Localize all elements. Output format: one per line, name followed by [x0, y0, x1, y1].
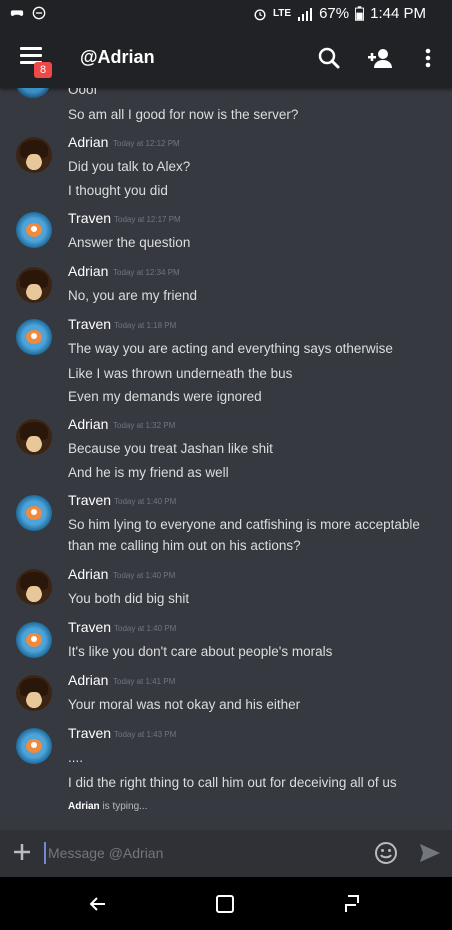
message-line: Because you treat Jashan like shit: [68, 441, 273, 456]
message-author[interactable]: Traven: [68, 619, 111, 635]
recents-icon[interactable]: [340, 892, 364, 916]
message-author[interactable]: Adrian: [68, 263, 108, 279]
avatar[interactable]: [16, 675, 52, 711]
typing-suffix: is typing...: [99, 801, 148, 812]
message-timestamp: Today at 12:17 PM: [114, 215, 181, 224]
avatar[interactable]: [16, 319, 52, 355]
message-author[interactable]: Traven: [68, 210, 111, 226]
message-line: It's like you don't care about people's …: [68, 644, 333, 659]
emoji-icon[interactable]: [374, 841, 398, 865]
message-line: Ooof: [68, 88, 98, 97]
message-line: So him lying to everyone and catfishing …: [68, 517, 420, 553]
alarm-icon: [254, 8, 266, 20]
message-line: I did the right thing to call him out fo…: [68, 775, 397, 790]
avatar[interactable]: [16, 495, 52, 531]
message-author[interactable]: Traven: [68, 316, 111, 332]
avatar[interactable]: [16, 267, 52, 303]
notification-badge: 8: [34, 62, 52, 78]
add-friend-icon[interactable]: [366, 44, 396, 74]
message-list[interactable]: Ooof So am all I good for now is the ser…: [0, 88, 452, 830]
network-type: LTE: [272, 8, 292, 19]
battery-percent: 67%: [319, 5, 350, 22]
message-timestamp: Today at 12:34 PM: [113, 268, 180, 277]
message-author[interactable]: Adrian: [68, 134, 108, 150]
message-timestamp: Today at 1:18 PM: [114, 321, 177, 330]
avatar[interactable]: [16, 622, 52, 658]
avatar[interactable]: [16, 212, 52, 248]
battery-icon: [355, 6, 365, 21]
message-timestamp: Today at 1:32 PM: [113, 421, 176, 430]
message-line: Did you talk to Alex?: [68, 159, 191, 174]
message-line: Like I was thrown underneath the bus: [68, 366, 293, 381]
avatar[interactable]: [16, 569, 52, 605]
search-icon[interactable]: [315, 44, 345, 74]
message-line: Even my demands were ignored: [68, 389, 262, 404]
minus-circle-icon: [32, 6, 46, 20]
message-timestamp: Today at 12:12 PM: [113, 139, 180, 148]
message-author[interactable]: Traven: [68, 725, 111, 741]
message-input[interactable]: [44, 842, 348, 864]
gamepad-icon: [10, 10, 24, 16]
message-timestamp: Today at 1:40 PM: [113, 571, 176, 580]
avatar[interactable]: [16, 728, 52, 764]
message-timestamp: Today at 1:41 PM: [113, 677, 176, 686]
avatar[interactable]: [16, 419, 52, 455]
message-author[interactable]: Adrian: [68, 672, 108, 688]
message-line: I thought you did: [68, 183, 168, 198]
message-composer: [0, 830, 452, 877]
typing-user: Adrian: [68, 801, 100, 812]
typing-indicator: Adrian is typing...: [68, 801, 147, 812]
message-line: ....: [68, 750, 84, 765]
page-title: @Adrian: [80, 47, 155, 67]
more-vertical-icon[interactable]: [414, 44, 444, 74]
message-line: You both did big shit: [68, 591, 190, 606]
send-icon[interactable]: [418, 841, 442, 865]
message-line: Your moral was not okay and his either: [68, 697, 301, 712]
message-line: And he is my friend as well: [68, 465, 229, 480]
signal-icon: [298, 7, 313, 21]
message-line: The way you are acting and everything sa…: [68, 341, 393, 356]
message-timestamp: Today at 1:43 PM: [114, 730, 177, 739]
message-line: No, you are my friend: [68, 288, 198, 303]
message-author[interactable]: Adrian: [68, 416, 108, 432]
message-author[interactable]: Adrian: [68, 566, 108, 582]
home-icon[interactable]: [213, 892, 237, 916]
message-timestamp: Today at 1:40 PM: [114, 497, 177, 506]
plus-icon[interactable]: [10, 840, 34, 864]
avatar: [16, 88, 50, 98]
clock: 1:44 PM: [370, 5, 426, 22]
message-line: Answer the question: [68, 235, 191, 250]
message-line: So am all I good for now is the server?: [68, 107, 299, 122]
message-author[interactable]: Traven: [68, 492, 111, 508]
system-nav-bar: [0, 877, 452, 930]
avatar[interactable]: [16, 137, 52, 173]
app-bar: 8 @Adrian: [0, 30, 452, 88]
message-timestamp: Today at 1:40 PM: [114, 624, 177, 633]
status-bar: LTE 67% 1:44 PM: [0, 0, 452, 30]
back-icon[interactable]: [86, 892, 110, 916]
